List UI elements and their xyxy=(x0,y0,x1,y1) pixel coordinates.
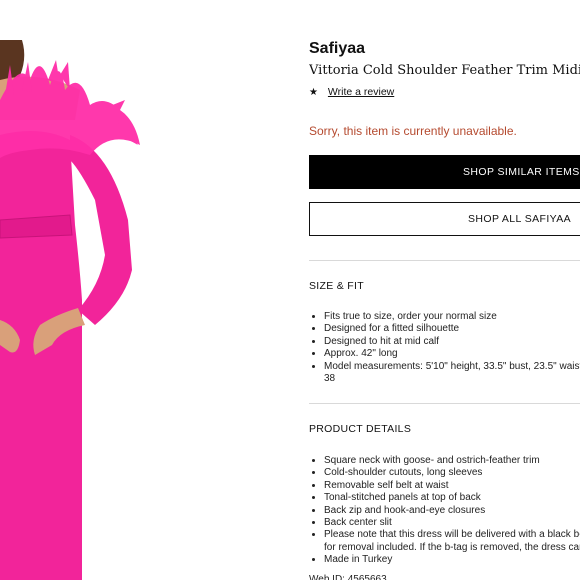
list-item: Model measurements: 5'10" height, 33.5" … xyxy=(324,361,580,373)
shop-all-label: SHOP ALL SAFIYAA xyxy=(468,213,572,225)
shop-similar-label: SHOP SIMILAR ITEMS xyxy=(463,166,580,178)
list-item: Tonal-stitched panels at top of back xyxy=(324,492,580,504)
write-review-link[interactable]: Write a review xyxy=(328,86,394,98)
review-row: ★ Write a review xyxy=(309,86,394,98)
divider xyxy=(309,403,580,404)
list-item: Back zip and hook-and-eye closures xyxy=(324,505,580,517)
shop-similar-button[interactable]: SHOP SIMILAR ITEMS xyxy=(309,155,580,189)
list-item: Square neck with goose- and ostrich-feat… xyxy=(324,455,580,467)
product-image[interactable] xyxy=(0,40,270,580)
brand-name[interactable]: Safiyaa xyxy=(309,40,365,58)
list-item: Designed for a fitted silhouette xyxy=(324,323,580,335)
list-item: Fits true to size, order your normal siz… xyxy=(324,311,580,323)
dress-illustration xyxy=(0,40,140,580)
list-item-continuation: 38 xyxy=(324,373,336,385)
product-title: Vittoria Cold Shoulder Feather Trim Midi… xyxy=(309,63,580,78)
list-item-continuation: for removal included. If the b-tag is re… xyxy=(324,541,580,553)
list-item: Please note that this dress will be deli… xyxy=(324,529,580,541)
product-details-heading[interactable]: PRODUCT DETAILS xyxy=(309,423,411,435)
size-fit-list: Fits true to size, order your normal siz… xyxy=(309,311,580,385)
shop-all-button[interactable]: SHOP ALL SAFIYAA xyxy=(309,202,580,236)
unavailable-message: Sorry, this item is currently unavailabl… xyxy=(309,124,517,138)
web-id: Web ID: 4565663 xyxy=(309,574,387,580)
product-details-list: Square neck with goose- and ostrich-feat… xyxy=(309,455,580,567)
list-item: Approx. 42" long xyxy=(324,348,580,360)
list-item: Designed to hit at mid calf xyxy=(324,336,580,348)
list-item: Back center slit xyxy=(324,517,580,529)
list-item: Removable self belt at waist xyxy=(324,480,580,492)
divider xyxy=(309,260,580,261)
star-icon: ★ xyxy=(309,87,318,98)
list-item: Cold-shoulder cutouts, long sleeves xyxy=(324,467,580,479)
list-item: Made in Turkey xyxy=(324,554,580,566)
product-info-panel: Safiyaa Vittoria Cold Shoulder Feather T… xyxy=(309,0,580,580)
size-fit-heading[interactable]: SIZE & FIT xyxy=(309,280,364,292)
